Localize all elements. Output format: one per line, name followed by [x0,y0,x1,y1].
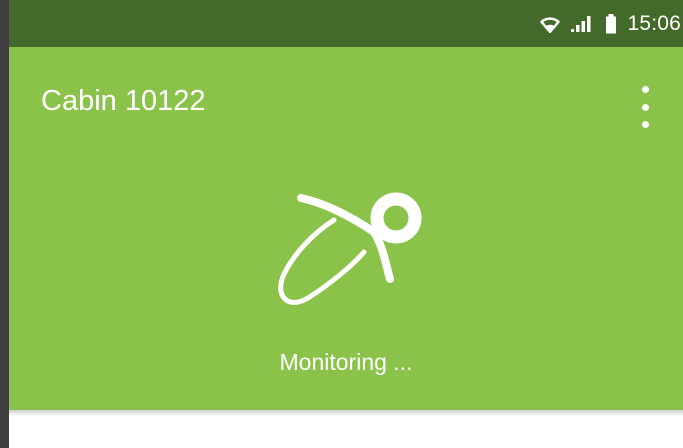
menu-dot [641,86,649,93]
window-edge [0,0,9,448]
menu-dot [641,103,649,111]
status-icons: 15:06 [539,0,683,47]
status-bar: 15:06 [9,0,683,47]
signal-icon [571,15,595,33]
battery-icon [605,13,617,34]
wifi-icon [539,15,561,33]
content-area [9,416,683,448]
pacifier-icon [278,192,422,305]
monitoring-status-label: Monitoring ... [279,349,413,375]
monitoring-panel: Monitoring ... [9,166,683,410]
app-bar: Cabin 10122 [9,47,683,166]
page-title: Cabin 10122 [41,85,206,117]
clock-time: 15:06 [627,11,681,35]
menu-dot [641,121,649,128]
app-screen: 15:06 Cabin 10122 Monitoring ... [0,0,683,448]
more-vert-icon[interactable] [637,86,653,128]
